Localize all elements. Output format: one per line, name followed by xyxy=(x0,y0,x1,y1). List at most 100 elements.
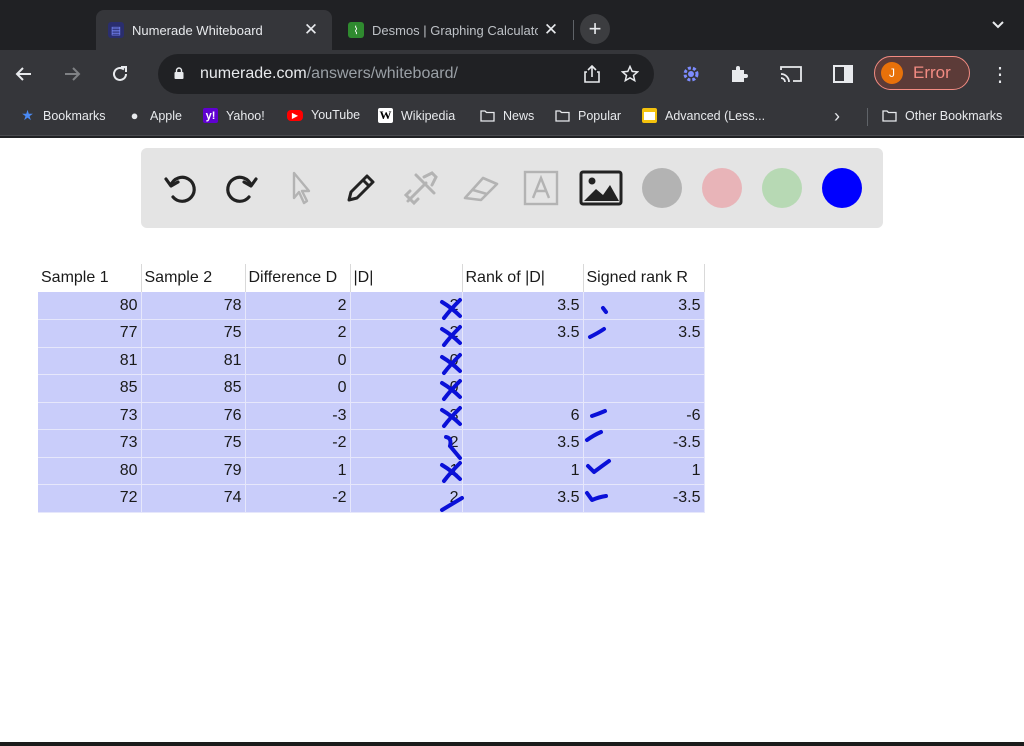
eraser-icon[interactable] xyxy=(459,166,503,210)
whiteboard-toolbar xyxy=(141,148,883,228)
bookmark-page-icon xyxy=(642,108,657,123)
bookmark-folder-other[interactable]: Other Bookmarks xyxy=(882,108,1002,123)
table-cell: 2 xyxy=(350,484,463,513)
table-cell: 0 xyxy=(350,374,463,403)
header-rank: Rank of |D| xyxy=(462,264,584,292)
tab-strip: ▤ Numerade Whiteboard ✕ ⌇ Desmos | Graph… xyxy=(0,0,1024,50)
table-row: 73 76 -3 3 6 -6 xyxy=(38,402,705,430)
bookmark-item-yahoo[interactable]: y! Yahoo! xyxy=(203,108,265,123)
tab-separator xyxy=(573,20,574,40)
table-cell: 85 xyxy=(38,374,142,403)
folder-icon xyxy=(555,108,570,123)
reload-icon[interactable] xyxy=(106,60,134,88)
table-cell: 0 xyxy=(350,347,463,375)
table-cell: 0 xyxy=(245,374,351,403)
table-row: 80 79 1 1 1 1 xyxy=(38,457,705,485)
header-sample-2: Sample 2 xyxy=(141,264,246,292)
green-color-swatch[interactable] xyxy=(762,168,802,208)
table-cell: 3.5 xyxy=(462,429,584,458)
more-bookmarks-chevron-icon[interactable]: › xyxy=(834,106,840,127)
table-cell: 1 xyxy=(583,457,705,485)
table-cell: -3 xyxy=(245,402,351,430)
table-cell: -2 xyxy=(245,429,351,458)
tab-numerade[interactable]: ▤ Numerade Whiteboard ✕ xyxy=(96,10,332,50)
extensions-puzzle-icon[interactable] xyxy=(727,62,751,86)
table-cell: 81 xyxy=(38,347,142,375)
table-cell: 75 xyxy=(141,429,246,458)
tools-icon[interactable] xyxy=(399,166,443,210)
extension-gear-icon[interactable] xyxy=(679,62,703,86)
folder-icon xyxy=(882,108,897,123)
table-cell: 72 xyxy=(38,484,142,513)
table-cell: 3.5 xyxy=(462,292,584,320)
table-cell: 74 xyxy=(141,484,246,513)
lock-icon xyxy=(174,67,184,79)
table-cell: 2 xyxy=(350,319,463,348)
table-cell: 77 xyxy=(38,319,142,348)
table-cell: 2 xyxy=(245,292,351,320)
spreadsheet-table: Sample 1 Sample 2 Difference D |D| Rank … xyxy=(38,264,705,513)
apple-icon: ● xyxy=(130,108,139,123)
cast-icon[interactable] xyxy=(779,62,803,86)
url-text: numerade.com/answers/whiteboard/ xyxy=(200,65,458,82)
table-cell: 3.5 xyxy=(583,292,705,320)
table-cell: 1 xyxy=(245,457,351,485)
table-cell: 1 xyxy=(350,457,463,485)
header-signed-rank: Signed rank R xyxy=(583,264,705,292)
table-cell: 78 xyxy=(141,292,246,320)
bookmarks-bar: ★ Bookmarks ● Apple y! Yahoo! ▶ YouTube … xyxy=(0,98,1024,136)
table-cell: 80 xyxy=(38,457,142,485)
tab-desmos[interactable]: ⌇ Desmos | Graphing Calculato ✕ xyxy=(336,10,572,50)
header-sample-1: Sample 1 xyxy=(38,264,142,292)
side-panel-icon[interactable] xyxy=(831,62,855,86)
table-cell: 1 xyxy=(462,457,584,485)
table-cell: 80 xyxy=(38,292,142,320)
pointer-icon[interactable] xyxy=(279,166,323,210)
address-bar[interactable]: numerade.com/answers/whiteboard/ xyxy=(158,54,654,94)
avatar: J xyxy=(881,62,903,84)
text-icon[interactable] xyxy=(519,166,563,210)
table-cell: -2 xyxy=(245,484,351,513)
blue-color-swatch[interactable] xyxy=(822,168,862,208)
table-cell: -3.5 xyxy=(583,484,705,513)
tab-title: Desmos | Graphing Calculato xyxy=(372,22,538,38)
table-cell: 75 xyxy=(141,319,246,348)
menu-dots-icon[interactable]: ⋮ xyxy=(990,62,1010,87)
forward-arrow-icon[interactable] xyxy=(58,60,86,88)
bookmark-item-youtube[interactable]: ▶ YouTube xyxy=(287,108,360,122)
profile-button[interactable]: J Error xyxy=(874,56,970,90)
table-cell: 3 xyxy=(350,402,463,430)
close-tab-icon[interactable]: ✕ xyxy=(302,20,320,39)
image-icon[interactable] xyxy=(579,166,623,210)
folder-icon xyxy=(480,108,495,123)
window-bottom-edge xyxy=(0,742,1024,746)
table-cell xyxy=(462,347,584,375)
back-arrow-icon[interactable] xyxy=(10,60,38,88)
close-tab-icon[interactable]: ✕ xyxy=(542,20,560,39)
table-cell xyxy=(583,374,705,403)
bookmark-item-apple[interactable]: ● Apple xyxy=(127,108,182,123)
table-cell: 81 xyxy=(141,347,246,375)
pen-icon[interactable] xyxy=(339,166,383,210)
tab-title: Numerade Whiteboard xyxy=(132,22,263,38)
table-cell: 79 xyxy=(141,457,246,485)
bookmark-star-icon[interactable] xyxy=(620,64,640,84)
table-row: 72 74 -2 2 3.5 -3.5 xyxy=(38,484,705,513)
table-cell: 3.5 xyxy=(462,319,584,348)
new-tab-button[interactable]: + xyxy=(580,14,610,44)
bookmark-folder-popular[interactable]: Popular xyxy=(555,108,621,123)
bookmark-item-bookmarks[interactable]: ★ Bookmarks xyxy=(20,107,105,123)
gray-color-swatch[interactable] xyxy=(642,168,682,208)
table-cell: 3.5 xyxy=(583,319,705,348)
bookmark-item-wikipedia[interactable]: W Wikipedia xyxy=(378,108,455,123)
profile-status-label: Error xyxy=(913,63,951,82)
share-icon[interactable] xyxy=(582,64,602,84)
pink-color-swatch[interactable] xyxy=(702,168,742,208)
table-row: 81 81 0 0 xyxy=(38,347,705,375)
bookmark-item-advanced[interactable]: Advanced (Less... xyxy=(642,108,765,123)
table-cell: 2 xyxy=(350,292,463,320)
tab-search-chevron-icon[interactable] xyxy=(992,16,1004,32)
bookmark-folder-news[interactable]: News xyxy=(480,108,534,123)
undo-icon[interactable] xyxy=(159,166,203,210)
redo-icon[interactable] xyxy=(219,166,263,210)
